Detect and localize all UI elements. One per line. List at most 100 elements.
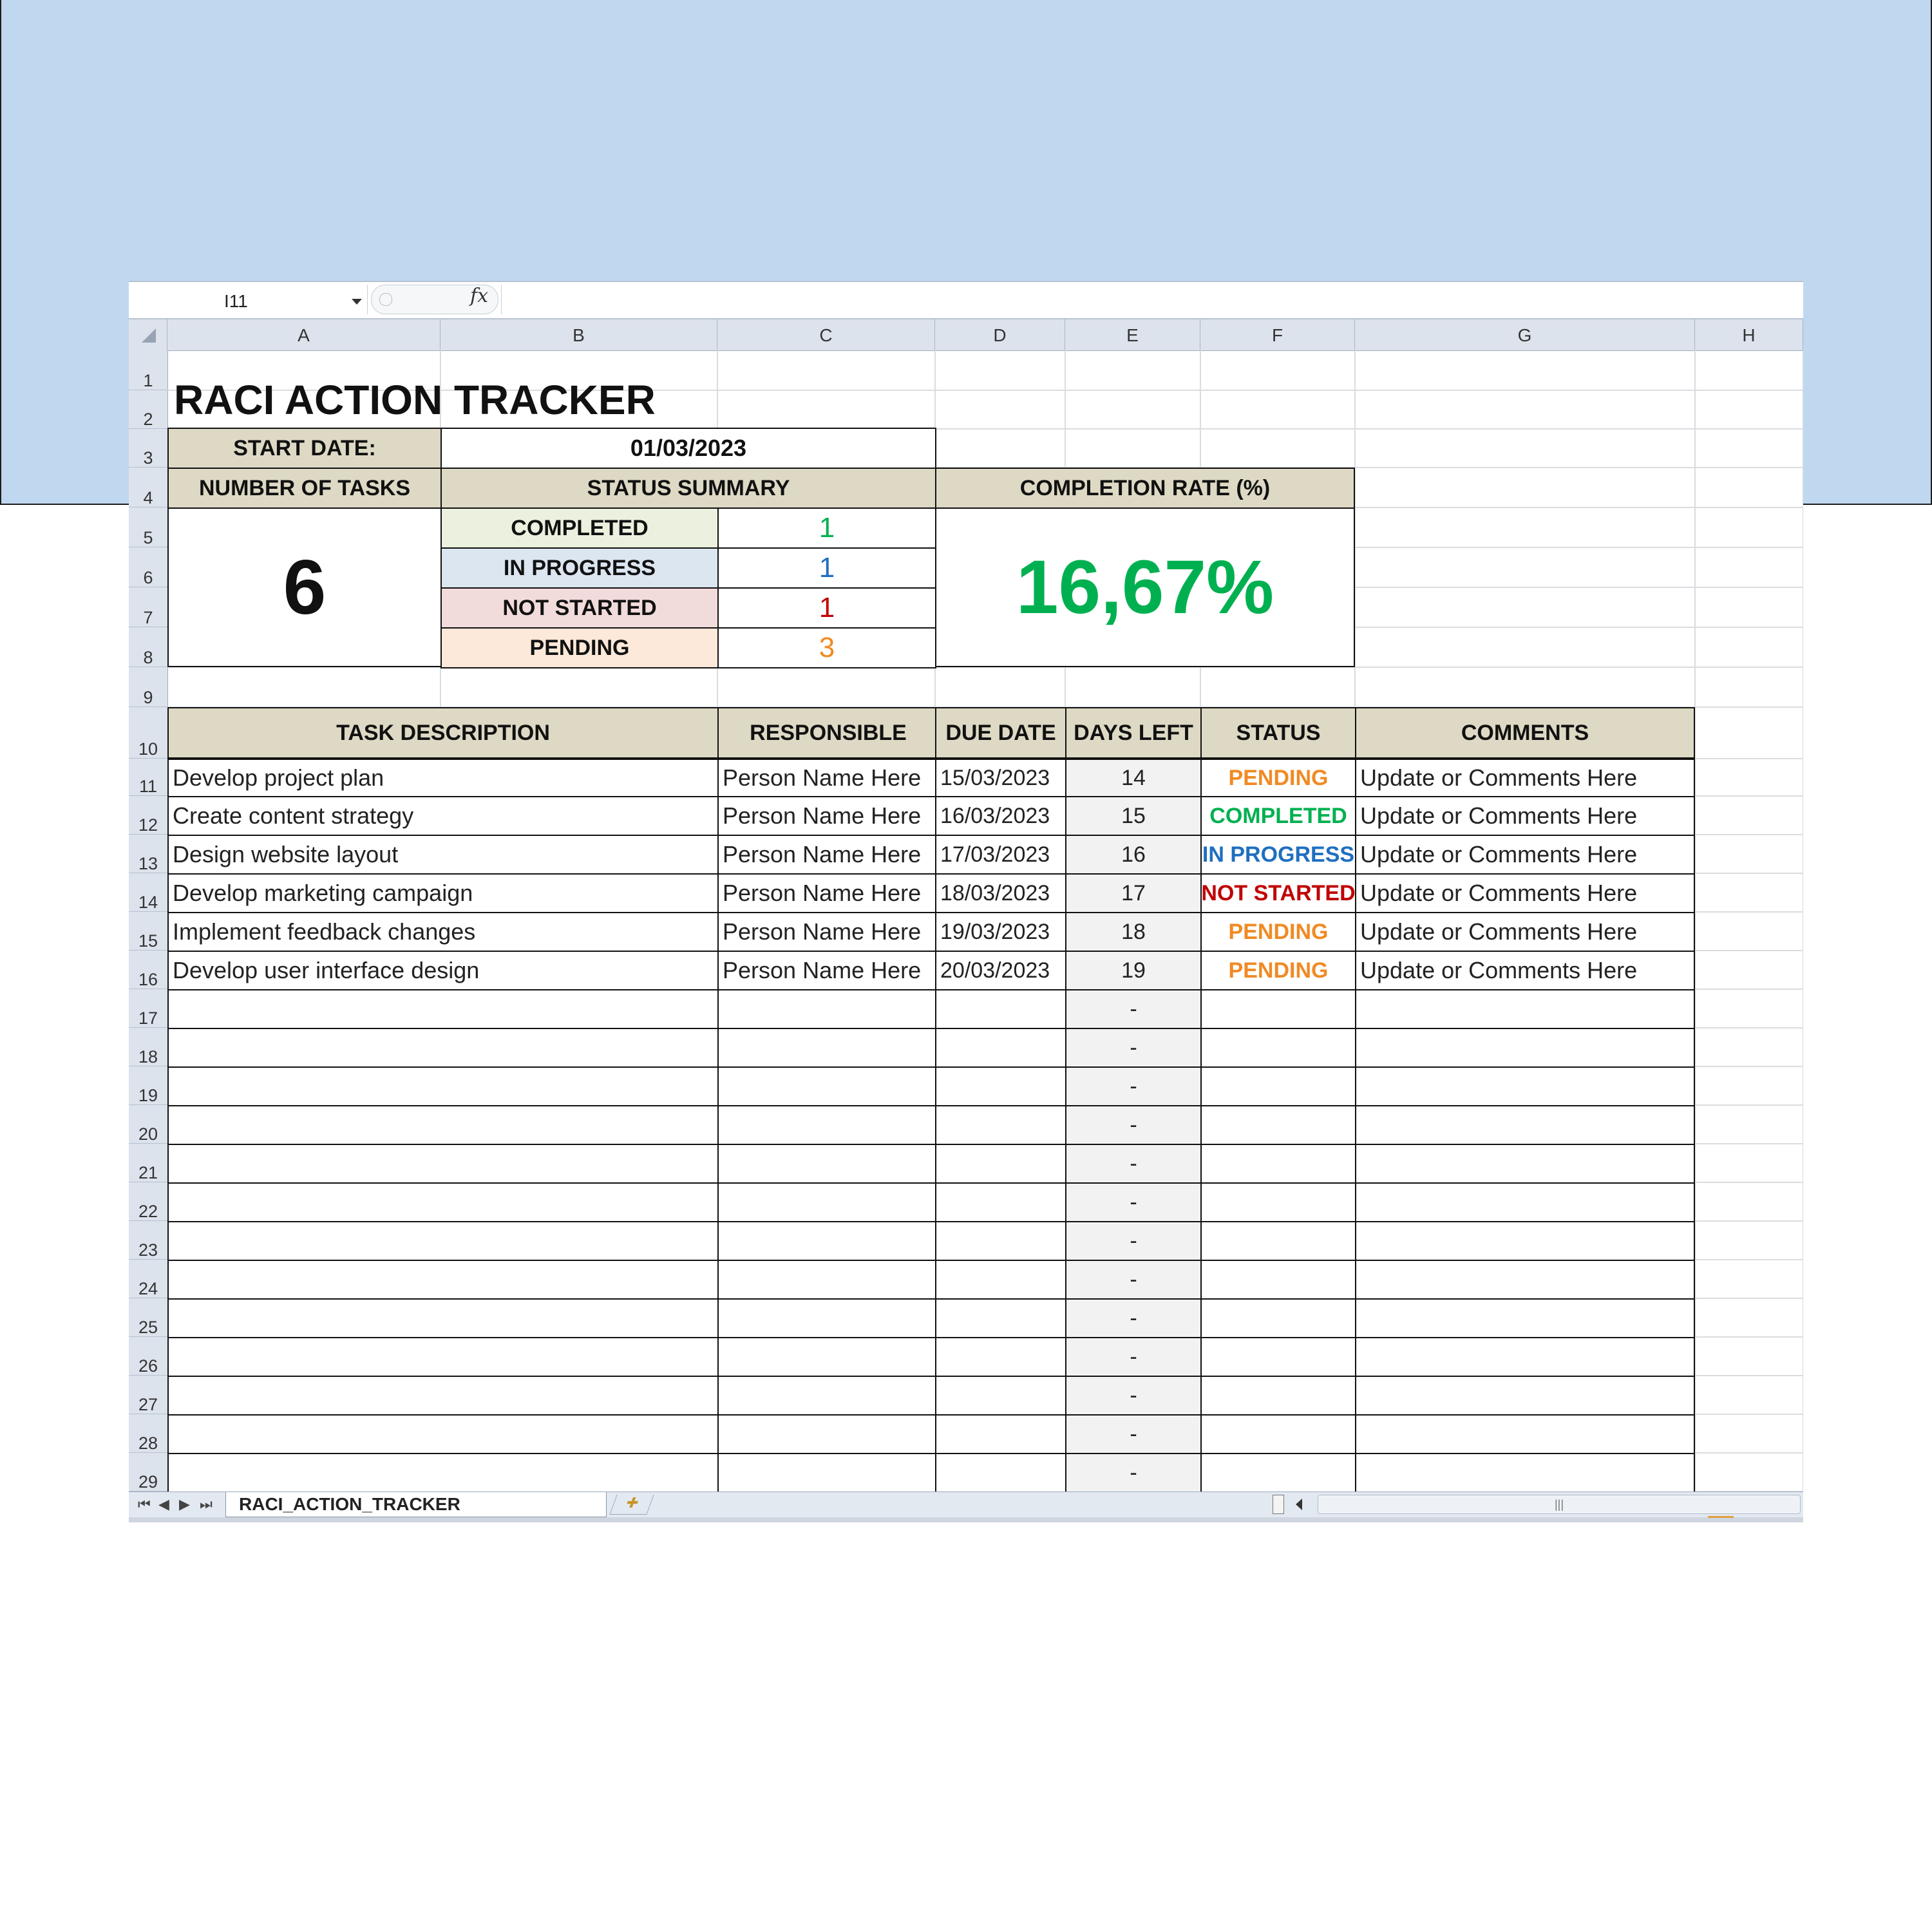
horizontal-scrollbar[interactable]: ||| (1273, 1495, 1801, 1514)
days-left-cell[interactable]: - (1065, 1144, 1202, 1184)
responsible-cell[interactable] (717, 1028, 936, 1068)
due-date-cell[interactable]: 16/03/2023 (935, 796, 1066, 836)
header-status[interactable]: STATUS (1200, 707, 1356, 759)
last-sheet-icon[interactable]: ⏭ (200, 1496, 213, 1513)
days-left-cell[interactable]: - (1065, 1298, 1202, 1338)
task-description-cell[interactable] (167, 1144, 719, 1184)
due-date-cell[interactable]: 18/03/2023 (935, 873, 1066, 913)
row-header-8[interactable]: 8 (129, 627, 167, 667)
comments-cell[interactable] (1355, 1376, 1695, 1416)
task-description-cell[interactable] (167, 1453, 719, 1493)
due-date-cell[interactable] (935, 1260, 1066, 1300)
comments-cell[interactable] (1355, 1221, 1695, 1261)
task-description-cell[interactable] (167, 1066, 719, 1106)
due-date-cell[interactable] (935, 989, 1066, 1029)
formula-input[interactable] (501, 285, 1803, 314)
header-task-description[interactable]: TASK DESCRIPTION (167, 707, 719, 759)
function-icon[interactable]: fx (470, 285, 488, 307)
due-date-cell[interactable]: 17/03/2023 (935, 835, 1066, 875)
row-header-1[interactable]: 1 (129, 350, 167, 390)
task-description-cell[interactable] (167, 1221, 719, 1261)
row-header-12[interactable]: 12 (129, 796, 167, 835)
number-of-tasks-value[interactable]: 6 (167, 507, 442, 667)
due-date-cell[interactable]: 20/03/2023 (935, 951, 1066, 990)
task-description-cell[interactable] (167, 989, 719, 1029)
days-left-cell[interactable]: 17 (1065, 873, 1202, 913)
row-header-22[interactable]: 22 (129, 1182, 167, 1221)
task-description-cell[interactable]: Design website layout (167, 835, 719, 875)
number-of-tasks-label[interactable]: NUMBER OF TASKS (167, 468, 442, 509)
days-left-cell[interactable]: - (1065, 1028, 1202, 1068)
status-cell[interactable] (1200, 1144, 1356, 1184)
next-sheet-icon[interactable]: ▶ (179, 1496, 190, 1513)
comments-cell[interactable] (1355, 1337, 1695, 1377)
responsible-cell[interactable]: Person Name Here (717, 912, 936, 952)
responsible-cell[interactable]: Person Name Here (717, 796, 936, 836)
completion-rate-label[interactable]: COMPLETION RATE (%) (935, 468, 1355, 509)
status-cell[interactable] (1200, 1337, 1356, 1377)
responsible-cell[interactable] (717, 1105, 936, 1145)
summary-label-in-progress[interactable]: IN PROGRESS (440, 547, 719, 589)
task-description-cell[interactable] (167, 1028, 719, 1068)
days-left-cell[interactable]: - (1065, 1066, 1202, 1106)
due-date-cell[interactable] (935, 1144, 1066, 1184)
row-header-4[interactable]: 4 (129, 468, 167, 507)
status-cell[interactable] (1200, 1182, 1356, 1222)
responsible-cell[interactable]: Person Name Here (717, 873, 936, 913)
summary-label-not-started[interactable]: NOT STARTED (440, 587, 719, 629)
row-header-23[interactable]: 23 (129, 1221, 167, 1260)
row-header-13[interactable]: 13 (129, 835, 167, 873)
row-header-6[interactable]: 6 (129, 547, 167, 587)
completion-rate-value[interactable]: 16,67% (935, 507, 1355, 667)
status-cell[interactable]: PENDING (1200, 912, 1356, 952)
row-header-5[interactable]: 5 (129, 507, 167, 547)
due-date-cell[interactable]: 19/03/2023 (935, 912, 1066, 952)
status-cell[interactable] (1200, 1066, 1356, 1106)
header-responsible[interactable]: RESPONSIBLE (717, 707, 939, 759)
responsible-cell[interactable] (717, 1453, 936, 1493)
responsible-cell[interactable] (717, 1414, 936, 1454)
task-description-cell[interactable]: Develop project plan (167, 759, 719, 797)
days-left-cell[interactable]: - (1065, 1105, 1202, 1145)
due-date-cell[interactable] (935, 1221, 1066, 1261)
column-header-f[interactable]: F (1200, 319, 1355, 350)
row-header-29[interactable]: 29 (129, 1453, 167, 1492)
sheet-title[interactable]: RACI ACTION TRACKER (174, 376, 656, 424)
scroll-left-icon[interactable] (1296, 1499, 1302, 1510)
responsible-cell[interactable]: Person Name Here (717, 951, 936, 990)
summary-label-pending[interactable]: PENDING (440, 627, 719, 668)
days-left-cell[interactable]: - (1065, 1453, 1202, 1493)
comments-cell[interactable]: Update or Comments Here (1355, 873, 1695, 913)
responsible-cell[interactable] (717, 1260, 936, 1300)
row-header-11[interactable]: 11 (129, 759, 167, 796)
comments-cell[interactable] (1355, 1260, 1695, 1300)
due-date-cell[interactable] (935, 1453, 1066, 1493)
days-left-cell[interactable]: 14 (1065, 759, 1202, 797)
status-cell[interactable]: COMPLETED (1200, 796, 1356, 836)
column-header-g[interactable]: G (1355, 319, 1695, 350)
header-comments[interactable]: COMMENTS (1355, 707, 1695, 759)
responsible-cell[interactable] (717, 1298, 936, 1338)
status-cell[interactable] (1200, 1260, 1356, 1300)
comments-cell[interactable]: Update or Comments Here (1355, 796, 1695, 836)
comments-cell[interactable]: Update or Comments Here (1355, 835, 1695, 875)
task-description-cell[interactable] (167, 1182, 719, 1222)
days-left-cell[interactable]: 15 (1065, 796, 1202, 836)
responsible-cell[interactable] (717, 989, 936, 1029)
comments-cell[interactable] (1355, 1182, 1695, 1222)
split-handle[interactable] (1273, 1495, 1284, 1514)
due-date-cell[interactable] (935, 1414, 1066, 1454)
task-description-cell[interactable] (167, 1414, 719, 1454)
scrollbar-thumb[interactable]: ||| (1318, 1495, 1801, 1514)
select-all-corner[interactable] (129, 319, 167, 350)
comments-cell[interactable] (1355, 989, 1695, 1029)
task-description-cell[interactable]: Implement feedback changes (167, 912, 719, 952)
status-cell[interactable] (1200, 989, 1356, 1029)
summary-count-not-started[interactable]: 1 (717, 587, 936, 629)
comments-cell[interactable]: Update or Comments Here (1355, 951, 1695, 990)
row-header-18[interactable]: 18 (129, 1028, 167, 1066)
days-left-cell[interactable]: - (1065, 1182, 1202, 1222)
due-date-cell[interactable] (935, 1298, 1066, 1338)
due-date-cell[interactable] (935, 1028, 1066, 1068)
due-date-cell[interactable] (935, 1105, 1066, 1145)
